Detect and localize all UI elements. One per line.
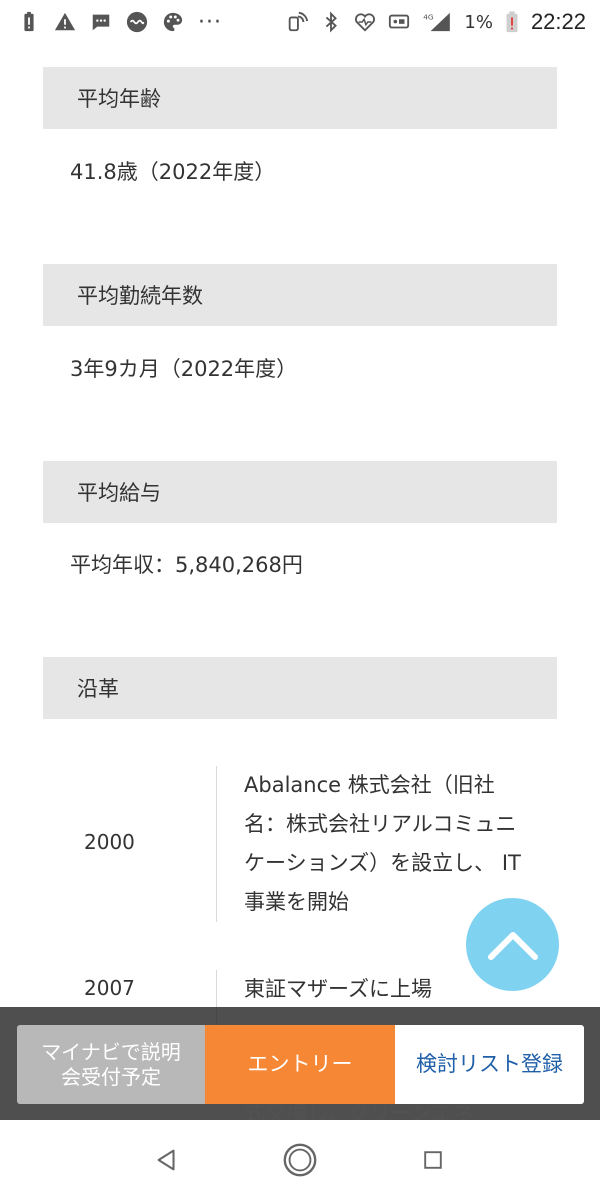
back-button[interactable] bbox=[145, 1138, 189, 1182]
section-body-average-salary: 平均年収：5,840,268円 bbox=[70, 553, 303, 577]
status-bar-left: ··· bbox=[18, 0, 222, 44]
heart-rate-icon bbox=[354, 11, 376, 33]
section-body-average-tenure: 3年9カ月（2022年度） bbox=[70, 357, 298, 381]
history-year: 2007 bbox=[84, 976, 135, 1000]
scroll-to-top-button[interactable] bbox=[466, 898, 559, 991]
app-badge-icon bbox=[126, 11, 148, 33]
section-heading-average-salary: 平均給与 bbox=[43, 461, 557, 523]
palette-icon bbox=[162, 11, 184, 33]
briefing-session-button[interactable]: マイナビで説明会受付予定 bbox=[17, 1025, 205, 1104]
history-year: 2000 bbox=[84, 830, 135, 854]
section-body-average-age: 41.8歳（2022年度） bbox=[70, 160, 276, 184]
section-heading-history: 沿革 bbox=[43, 657, 557, 719]
recent-apps-button[interactable] bbox=[411, 1138, 455, 1182]
add-to-list-button[interactable]: 検討リスト登録 bbox=[395, 1025, 584, 1104]
battery-alert-icon bbox=[18, 11, 40, 33]
history-divider bbox=[216, 766, 217, 922]
clock: 22:22 bbox=[530, 9, 586, 34]
battery-percent: 1% bbox=[464, 11, 493, 33]
bluetooth-icon bbox=[320, 11, 342, 33]
warning-icon bbox=[54, 11, 76, 33]
nfc-icon bbox=[286, 11, 309, 33]
section-heading-average-age: 平均年齢 bbox=[43, 67, 557, 129]
network-type-label: 4G bbox=[424, 12, 435, 21]
home-circle-icon bbox=[283, 1143, 317, 1177]
briefing-session-label: マイナビで説明会受付予定 bbox=[41, 1039, 181, 1089]
battery-low-icon bbox=[505, 11, 519, 33]
chevron-up-icon bbox=[487, 931, 538, 960]
status-bar: ··· 4G 1% 22:22 bbox=[0, 0, 600, 44]
more-notifications-indicator: ··· bbox=[198, 9, 222, 35]
message-icon bbox=[90, 11, 112, 33]
history-row: 2000 Abalance 株式会社（旧社名：株式会社リアルコミュニケーションズ… bbox=[43, 766, 557, 922]
cast-icon bbox=[388, 11, 410, 33]
section-heading-average-tenure: 平均勤続年数 bbox=[43, 264, 557, 326]
history-text: Abalance 株式会社（旧社名：株式会社リアルコミュニケーションズ）を設立し… bbox=[244, 773, 521, 914]
navigation-bar bbox=[0, 1120, 600, 1200]
entry-button[interactable]: エントリー bbox=[205, 1025, 395, 1104]
home-button[interactable] bbox=[278, 1138, 322, 1182]
back-triangle-icon bbox=[157, 1149, 175, 1171]
status-bar-right: 4G 1% 22:22 bbox=[286, 0, 586, 44]
signal-icon: 4G bbox=[422, 11, 452, 33]
recent-apps-square-icon bbox=[424, 1151, 443, 1169]
